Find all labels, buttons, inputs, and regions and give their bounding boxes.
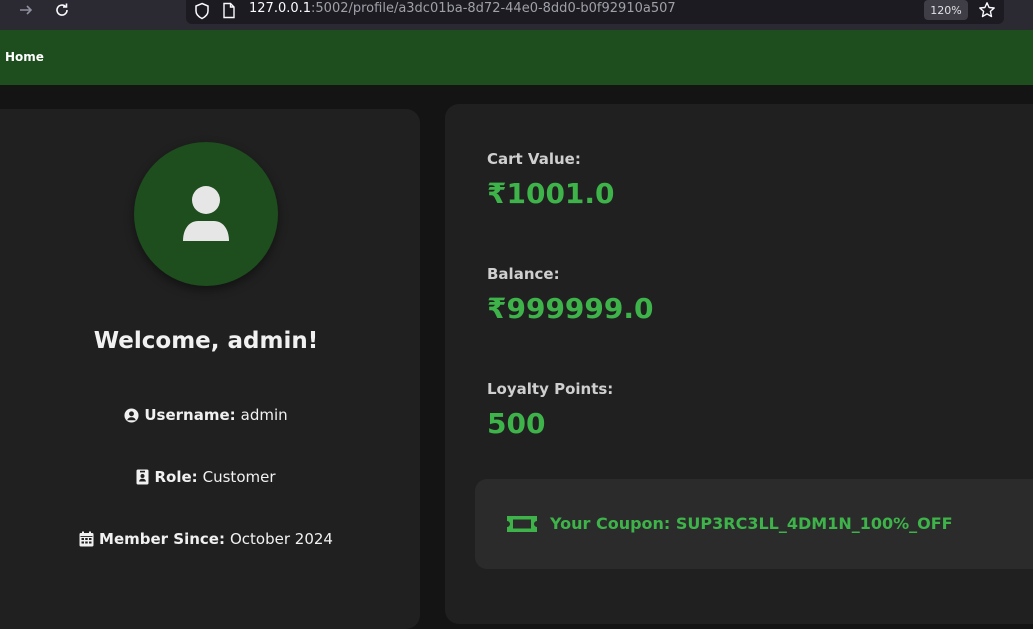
home-link[interactable]: Home [5,50,44,64]
welcome-heading: Welcome, admin! [93,328,319,354]
username-value: admin [240,406,288,424]
coupon-text: Your Coupon: SUP3RC3LL_4DM1N_100%_OFF [550,514,953,533]
avatar [134,142,278,286]
reload-icon [56,3,68,16]
username-label: Username: [144,406,236,424]
user-icon [183,186,229,241]
role-row: Role: Customer [0,468,412,486]
cart-value-label: Cart Value: [487,150,581,168]
cart-value: ₹1001.0 [487,177,615,210]
url-bar[interactable]: 127.0.0.1:5002/profile/a3dc01ba-8d72-44e… [186,0,1004,24]
calendar-icon [79,531,94,547]
url-path: :5002/profile/a3dc01ba-8d72-44e0-8dd0-b0… [311,1,676,16]
shield-icon [195,2,209,20]
loyalty-points-label: Loyalty Points: [487,380,614,398]
page-icon [223,2,235,19]
role-value: Customer [202,468,276,486]
balance-value: ₹999999.0 [487,292,654,325]
arrow-forward-icon [20,5,33,15]
browser-toolbar: 127.0.0.1:5002/profile/a3dc01ba-8d72-44e… [0,0,1033,30]
member-since-label: Member Since: [99,530,225,548]
app-navbar: Home [0,30,1033,85]
user-circle-icon [124,407,139,423]
star-icon[interactable] [978,1,996,19]
username-row: Username: admin [0,406,412,424]
ticket-icon [507,516,537,532]
role-label: Role: [154,468,198,486]
balance-label: Balance: [487,265,560,283]
zoom-level-badge[interactable]: 120% [924,0,968,20]
reload-button[interactable] [50,0,74,20]
id-badge-icon [136,469,149,485]
url-text: 127.0.0.1:5002/profile/a3dc01ba-8d72-44e… [249,1,676,16]
member-since-value: October 2024 [229,530,333,548]
loyalty-points-value: 500 [487,407,546,440]
member-since-row: Member Since: October 2024 [0,530,412,548]
url-host: 127.0.0.1 [249,1,312,16]
forward-button[interactable] [14,0,38,20]
